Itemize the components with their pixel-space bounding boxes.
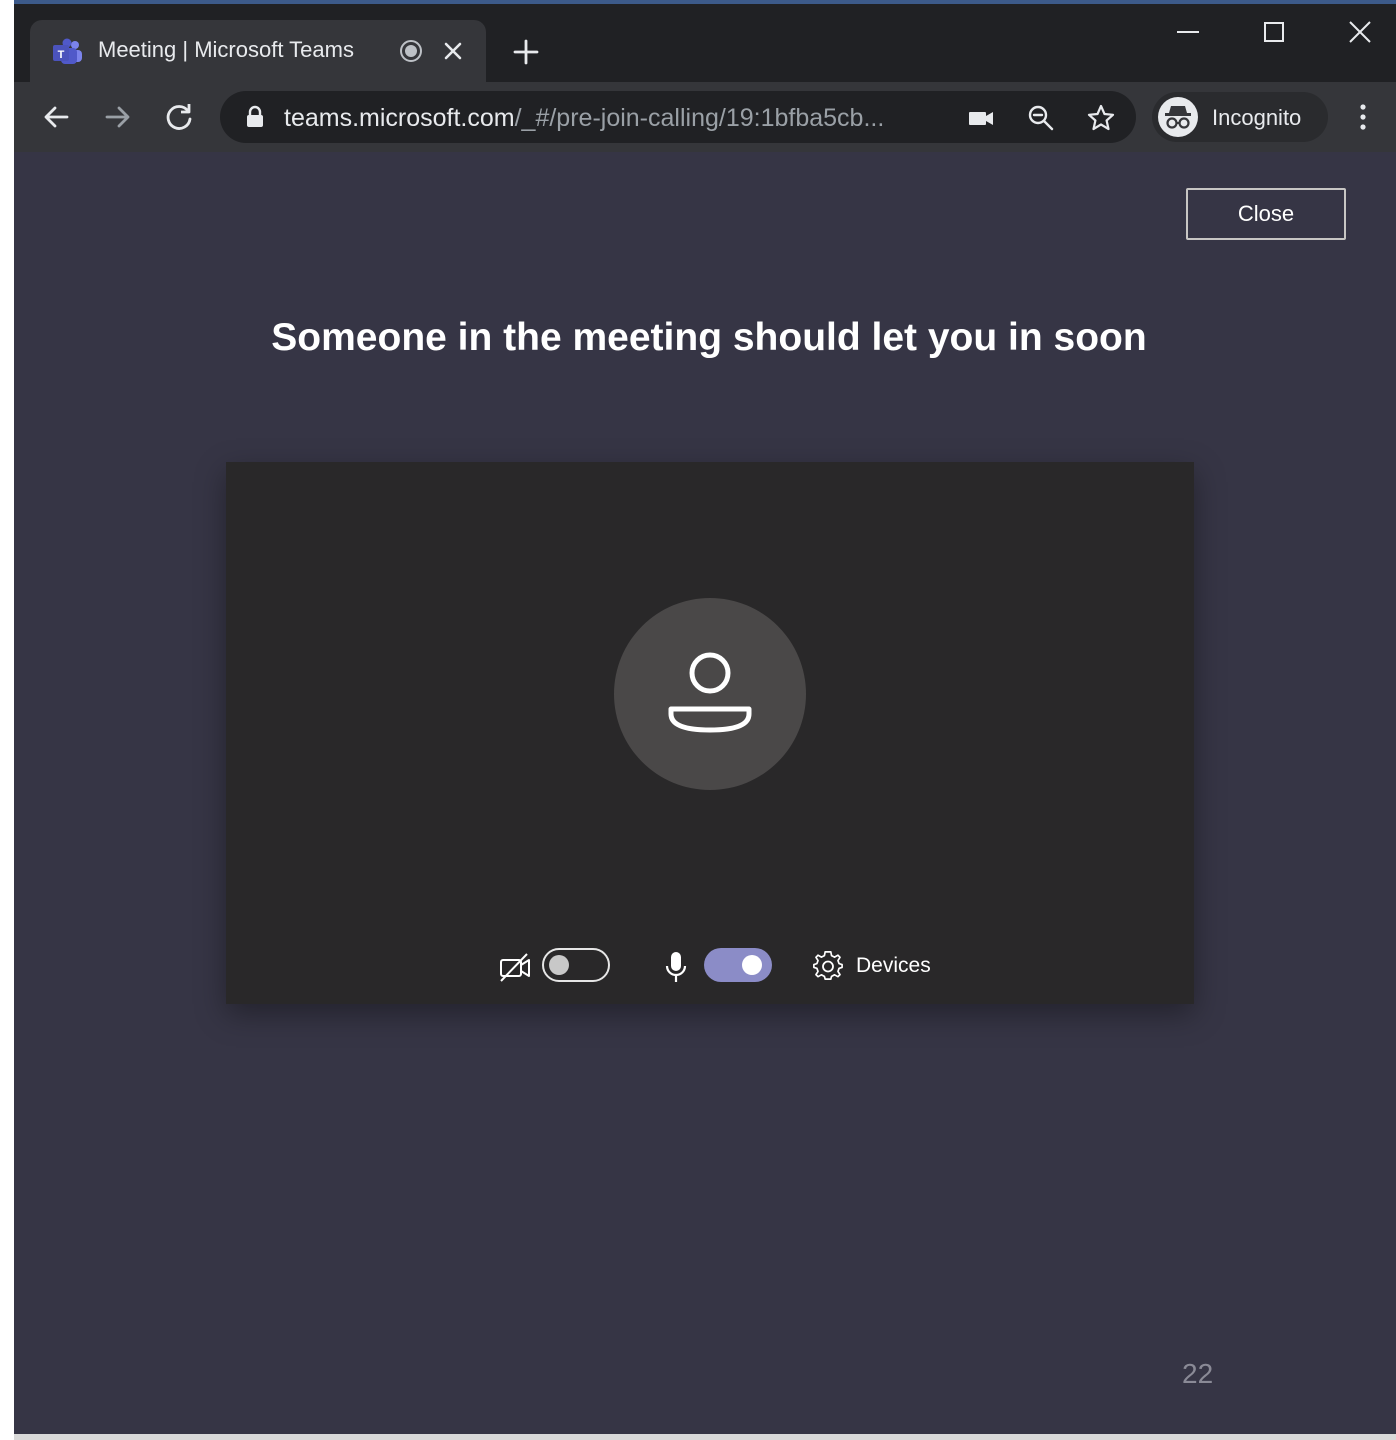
maximize-icon[interactable] (1254, 18, 1294, 52)
url-host: teams.microsoft.com (284, 104, 515, 132)
address-bar[interactable]: teams.microsoft.com/_#/pre-join-calling/… (220, 91, 1136, 143)
teams-logo-icon: T (53, 38, 82, 64)
camera-off-icon[interactable] (498, 952, 532, 982)
minimize-icon[interactable] (1168, 18, 1208, 52)
tab-meeting[interactable]: T Meeting | Microsoft Teams (30, 20, 486, 82)
star-icon[interactable] (1086, 103, 1116, 133)
left-desktop-strip (0, 0, 14, 1440)
teams-prejoin-page: Close Someone in the meeting should let … (14, 152, 1396, 1440)
camera-icon[interactable] (966, 103, 996, 133)
svg-text:T: T (58, 49, 65, 61)
lock-icon[interactable] (244, 105, 266, 129)
plus-icon[interactable] (512, 38, 540, 66)
back-arrow-icon[interactable] (40, 100, 74, 134)
tab-strip: T Meeting | Microsoft Teams (14, 4, 1396, 82)
incognito-label: Incognito (1212, 105, 1302, 130)
camera-toggle-knob (549, 955, 569, 975)
browser-window: T Meeting | Microsoft Teams teams.micros… (14, 0, 1396, 1440)
devices-button[interactable]: Devices (856, 954, 931, 978)
window-close-icon[interactable] (1340, 18, 1380, 52)
microphone-icon[interactable] (662, 950, 690, 984)
bottom-border (14, 1434, 1396, 1440)
reload-icon[interactable] (162, 100, 196, 134)
avatar-person-icon (668, 652, 752, 733)
tab-title: Meeting | Microsoft Teams (98, 37, 354, 62)
forward-arrow-icon[interactable] (100, 100, 134, 134)
microphone-toggle[interactable] (704, 948, 772, 982)
url-text: teams.microsoft.com/_#/pre-join-calling/… (284, 104, 884, 133)
close-button[interactable]: Close (1186, 188, 1346, 240)
more-vert-icon[interactable] (1348, 102, 1378, 132)
microphone-toggle-knob (742, 955, 762, 975)
slide-number: 22 (1182, 1358, 1214, 1389)
url-path: /_#/pre-join-calling/19:1bfba5cb... (514, 104, 885, 132)
tab-close-icon[interactable] (440, 38, 466, 64)
recording-icon (400, 40, 422, 62)
device-controls: Devices (226, 942, 1194, 992)
browser-toolbar: teams.microsoft.com/_#/pre-join-calling/… (14, 82, 1396, 153)
avatar (614, 598, 806, 790)
camera-toggle[interactable] (542, 948, 610, 982)
zoom-icon[interactable] (1026, 103, 1056, 133)
video-preview: Devices (226, 462, 1194, 1004)
incognito-icon (1158, 97, 1198, 137)
incognito-profile-button[interactable]: Incognito (1152, 92, 1328, 142)
gear-icon[interactable] (812, 950, 844, 982)
lobby-message: Someone in the meeting should let you in… (271, 316, 1147, 359)
